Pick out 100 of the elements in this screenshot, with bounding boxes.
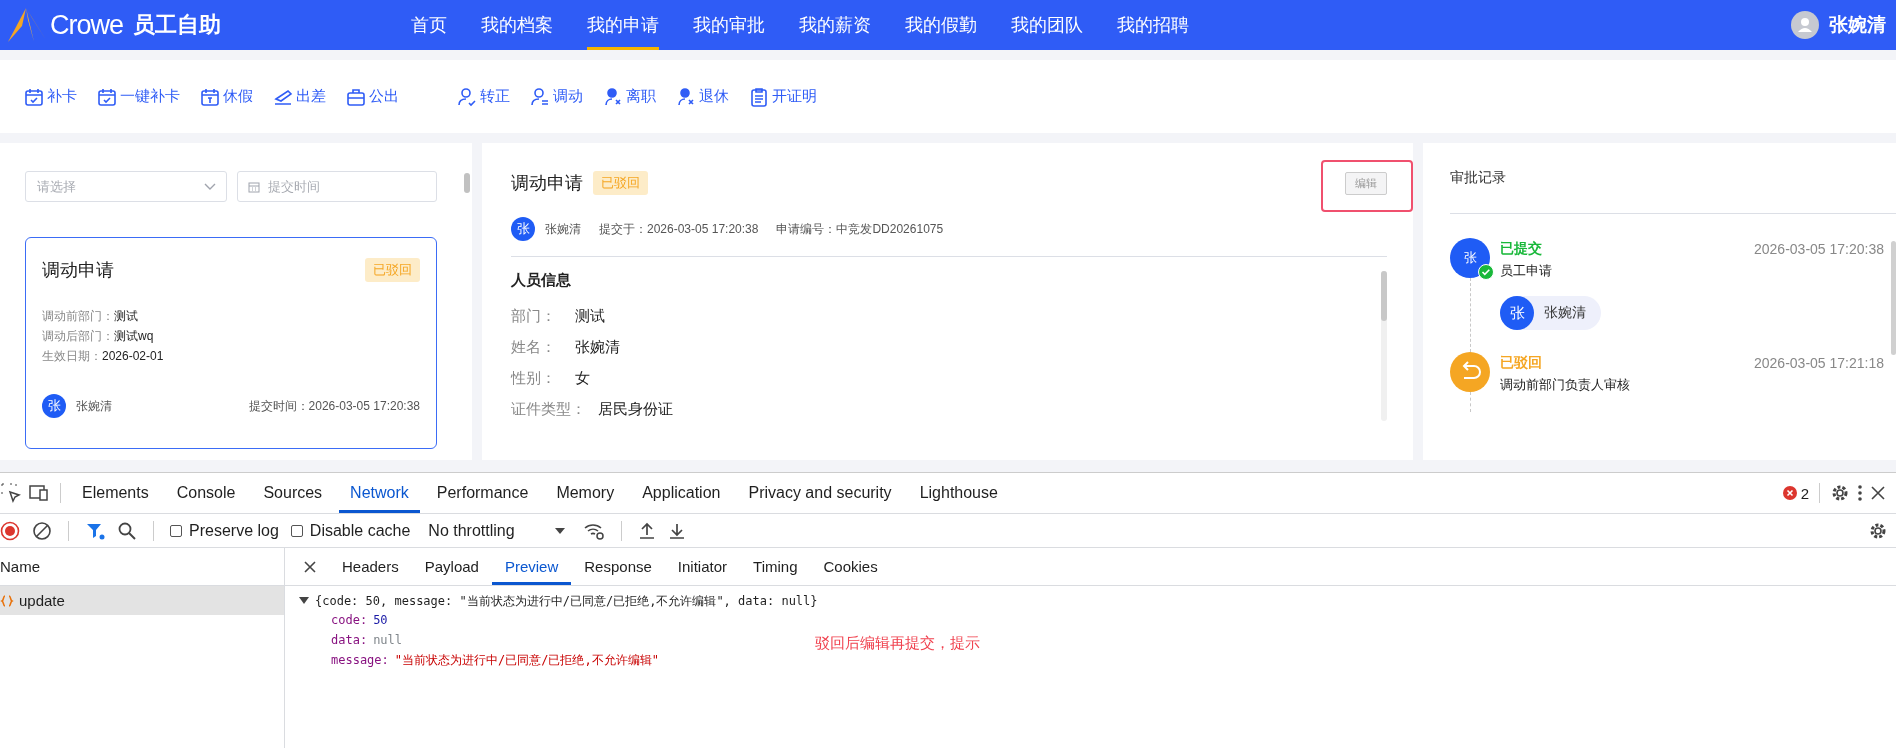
field-label: 生效日期： (42, 349, 102, 363)
quick-action-link[interactable]: 公出 (346, 86, 399, 107)
type-select[interactable]: 请选择 (25, 171, 227, 202)
calendar-icon (248, 181, 260, 193)
approver-avatar: 张 (1500, 296, 1534, 330)
quick-action-link[interactable]: 调动 (530, 86, 583, 107)
nav-menu-item[interactable]: 我的薪资 (799, 0, 871, 50)
quick-action-link[interactable]: 开证明 (749, 86, 817, 107)
submit-time: 提交时间：2026-03-05 17:20:38 (248, 397, 420, 415)
inspect-icon[interactable] (0, 482, 22, 504)
error-count[interactable]: 2 (1781, 484, 1809, 502)
settings-icon[interactable] (1830, 483, 1850, 503)
application-number: 申请编号：中竞发DD20261075 (776, 220, 944, 238)
user-name[interactable]: 张婉清 (1829, 12, 1886, 38)
request-row[interactable]: update (0, 586, 284, 615)
close-icon[interactable] (303, 559, 317, 574)
devtools-tab[interactable]: Performance (425, 473, 540, 513)
app-name: 员工自助 (133, 11, 222, 39)
download-icon[interactable] (667, 521, 686, 540)
property-value: "当前状态为进行中/已同意/已拒绝,不允许编辑" (394, 651, 659, 669)
devtools-tab[interactable]: Sources (252, 473, 334, 513)
scrollbar-thumb[interactable] (1381, 271, 1387, 321)
brand-name: Crowe (50, 9, 124, 41)
option-checkbox[interactable]: Preserve log (170, 521, 279, 540)
applicant-name: 张婉清 (76, 397, 112, 415)
step-time: 2026-03-05 17:20:38 (1754, 241, 1884, 257)
option-checkbox[interactable]: Disable cache (290, 521, 411, 540)
quick-action-link[interactable]: 休假 (200, 86, 253, 107)
step-status: 已提交 (1500, 240, 1542, 258)
detail-tab[interactable]: Preview (491, 548, 572, 585)
field-label: 部门： (511, 307, 557, 326)
nav-menu-item[interactable]: 我的团队 (1011, 0, 1083, 50)
close-icon[interactable] (1870, 485, 1886, 501)
nav-menu-item[interactable]: 我的审批 (693, 0, 765, 50)
field-label: 调动前部门： (42, 309, 114, 323)
status-badge: 已驳回 (593, 171, 648, 195)
checkbox[interactable] (290, 524, 303, 537)
upload-icon[interactable] (637, 521, 656, 540)
quick-action-link[interactable]: 补卡 (24, 86, 77, 107)
detail-tab[interactable]: Headers (329, 548, 412, 585)
step-name: 员工申请 (1500, 262, 1553, 280)
throttling-dropdown[interactable]: No throttling (422, 521, 571, 540)
date-field[interactable]: 提交时间 (237, 171, 437, 202)
nav-menu-item[interactable]: 我的档案 (481, 0, 553, 50)
devtools-tab[interactable]: Memory (545, 473, 626, 513)
field-value: 测试 (114, 309, 138, 323)
device-toolbar-icon[interactable] (28, 482, 50, 504)
expanded-triangle-icon[interactable] (299, 597, 309, 605)
nav-menu-item[interactable]: 我的招聘 (1117, 0, 1189, 50)
applicant-avatar: 张 (42, 394, 66, 418)
card-title: 调动申请 (42, 259, 114, 282)
clipboard-icon (749, 86, 769, 107)
detail-tab[interactable]: Payload (411, 548, 492, 585)
property-value: null (373, 633, 403, 647)
devtools-tab[interactable]: Privacy and security (737, 473, 903, 513)
search-icon[interactable] (117, 520, 137, 541)
user-x-icon (603, 86, 623, 107)
field-label: 证件类型： (511, 400, 586, 419)
more-options-icon[interactable] (1856, 483, 1864, 503)
nav-menu-item[interactable]: 首页 (411, 0, 447, 50)
section-title: 人员信息 (511, 271, 572, 290)
nav-menu-item[interactable]: 我的申请 (587, 0, 659, 50)
field-value: 测试wq (114, 329, 154, 343)
detail-tab[interactable]: Initiator (664, 548, 741, 585)
detail-tab[interactable]: Cookies (810, 548, 891, 585)
user-swap-icon (530, 86, 550, 107)
devtools-tab[interactable]: Elements (71, 473, 160, 513)
quick-action-link[interactable]: 转正 (457, 86, 510, 107)
json-brace-icon (0, 593, 14, 608)
wifi-settings-icon[interactable] (582, 521, 605, 540)
user-check-icon (457, 86, 477, 107)
devtools-tab[interactable]: Console (165, 473, 247, 513)
scrollbar-thumb[interactable] (464, 173, 470, 193)
quick-action-link[interactable]: 一键补卡 (97, 86, 180, 107)
quick-action-link[interactable]: 离职 (603, 86, 656, 107)
quick-action-link[interactable]: 出差 (273, 86, 326, 107)
user-avatar-icon[interactable] (1791, 11, 1819, 39)
status-badge: 已驳回 (365, 258, 420, 282)
detail-tab[interactable]: Response (571, 548, 665, 585)
caret-icon (554, 527, 565, 534)
detail-tab[interactable]: Timing (740, 548, 811, 585)
scrollbar-thumb[interactable] (1891, 241, 1896, 355)
devtools-tab[interactable]: Lighthouse (908, 473, 1009, 513)
field-value: 张婉清 (575, 338, 620, 357)
calendar-check-icon (97, 86, 117, 107)
quick-action-link[interactable]: 退休 (676, 86, 729, 107)
property-value: 50 (373, 613, 388, 627)
nav-menu-item[interactable]: 我的假勤 (905, 0, 977, 50)
checkbox[interactable] (170, 524, 182, 537)
property-key: message: (331, 653, 389, 667)
property-key: data: (331, 633, 368, 647)
applicant-name: 张婉清 (545, 220, 581, 238)
panel-title: 审批记录 (1450, 143, 1896, 214)
calendar-check-icon (24, 86, 44, 107)
clear-icon[interactable] (32, 520, 52, 541)
application-card[interactable]: 调动申请 已驳回 调动前部门：测试 调动后部门：测试wq 生效日期：2026-02-01 张 张婉清 提交时间：2026-03-05 17:20:38 (25, 237, 437, 449)
devtools-tab[interactable]: Application (631, 473, 732, 513)
record-icon[interactable] (0, 520, 20, 541)
user-x-icon (676, 86, 696, 107)
devtools-tab[interactable]: Network (339, 473, 420, 513)
